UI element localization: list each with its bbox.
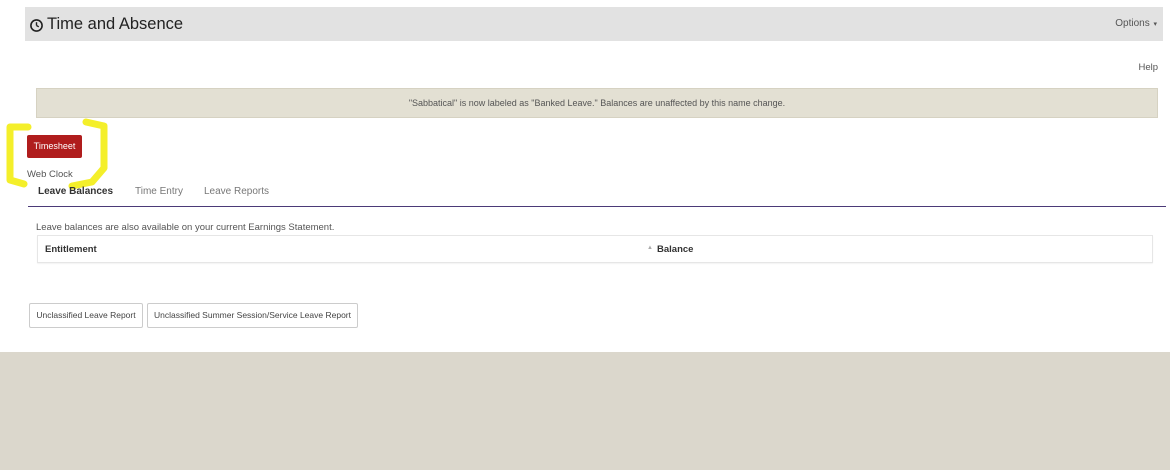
sort-arrow-icon[interactable]: ▲ — [647, 245, 653, 251]
column-header-entitlement[interactable]: Entitlement — [45, 244, 97, 255]
tab-time-entry[interactable]: Time Entry — [135, 186, 183, 197]
options-label: Options — [1115, 18, 1150, 29]
unclassified-summer-session-report-button[interactable]: Unclassified Summer Session/Service Leav… — [147, 303, 358, 328]
tab-bar: Leave Balances Time Entry Leave Reports — [28, 180, 1166, 207]
web-clock-link[interactable]: Web Clock — [27, 169, 73, 180]
leave-balances-info: Leave balances are also available on you… — [36, 222, 335, 233]
timesheet-button[interactable]: Timesheet — [27, 135, 82, 158]
tab-leave-balances[interactable]: Leave Balances — [38, 186, 113, 197]
notice-banner: "Sabbatical" is now labeled as "Banked L… — [36, 88, 1158, 118]
app-title: Time and Absence — [30, 15, 183, 34]
app-title-text: Time and Absence — [47, 15, 184, 33]
leave-balances-table: Entitlement ▲ Balance — [37, 235, 1153, 263]
help-link[interactable]: Help — [1138, 62, 1158, 73]
options-menu[interactable]: Options ▾ — [1115, 18, 1157, 29]
clock-icon — [30, 18, 43, 32]
notice-text: "Sabbatical" is now labeled as "Banked L… — [408, 98, 786, 108]
footer-area — [0, 352, 1170, 470]
column-header-balance[interactable]: Balance — [657, 244, 693, 255]
tab-leave-reports[interactable]: Leave Reports — [204, 186, 269, 197]
unclassified-leave-report-button[interactable]: Unclassified Leave Report — [29, 303, 143, 328]
app-header: Time and Absence Options ▾ — [25, 7, 1163, 41]
caret-down-icon: ▾ — [1153, 21, 1157, 28]
